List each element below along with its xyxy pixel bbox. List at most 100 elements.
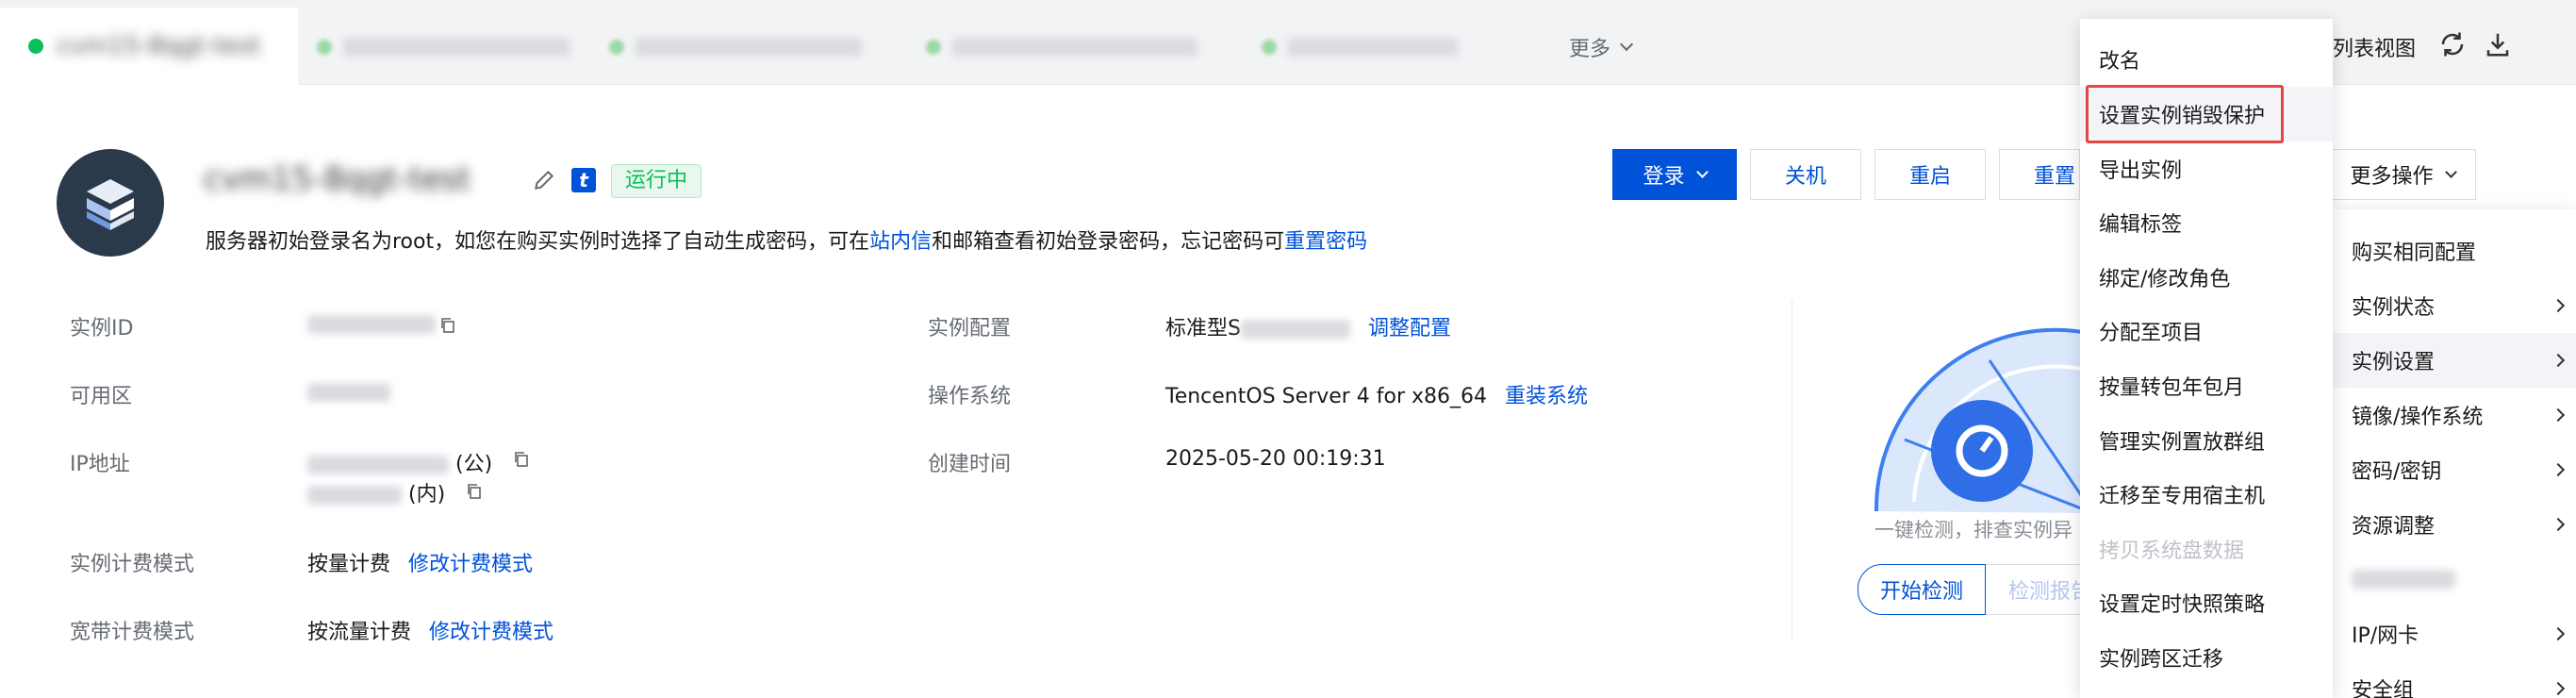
instance-id-value	[307, 315, 436, 340]
config-text: 标准型S	[1165, 317, 1241, 341]
login-tip: 服务器初始登录名为root，如您在购买实例时选择了自动生成密码，可在站内信和邮箱…	[206, 224, 1367, 255]
menu-item-instance-state[interactable]: 实例状态	[2333, 278, 2576, 333]
submenu-item-label: 管理实例置放群组	[2099, 431, 2266, 455]
more-operations-menu: 购买相同配置 实例状态 实例设置 镜像/操作系统 密码/密钥 资源调整 IP/网…	[2333, 209, 2576, 698]
login-label: 登录	[1643, 165, 1685, 189]
copy-icon[interactable]	[513, 451, 530, 468]
status-badge: 运行中	[611, 164, 702, 198]
menu-item-label: 镜像/操作系统	[2352, 406, 2484, 429]
chevron-down-icon	[1619, 37, 1634, 52]
submenu-item-snapshot-policy[interactable]: 设置定时快照策略	[2080, 575, 2333, 630]
tab-instance-name	[343, 38, 570, 57]
chevron-right-icon	[2551, 626, 2566, 641]
refresh-icon[interactable]	[2438, 30, 2467, 58]
tabs-more-label: 更多	[1569, 38, 1611, 61]
login-button[interactable]: 登录	[1612, 149, 1737, 200]
ip-public-suffix: (公)	[455, 453, 493, 476]
instance-avatar	[57, 149, 164, 257]
ip-private-value: (内)	[307, 477, 445, 507]
submenu-item-migrate-host[interactable]: 迁移至专用宿主机	[2080, 467, 2333, 522]
submenu-item-label: 分配至项目	[2099, 322, 2204, 345]
tab-instance-name: cvm15-8qgt-test	[57, 32, 261, 60]
list-view-button[interactable]: 列表视图	[2333, 32, 2416, 62]
ip-private-text	[307, 486, 402, 505]
instance-tab-3[interactable]	[609, 11, 892, 83]
chevron-right-icon	[2551, 681, 2566, 696]
menu-item-instance-settings[interactable]: 实例设置	[2333, 333, 2576, 388]
chevron-right-icon	[2551, 353, 2566, 368]
more-operations-button[interactable]: 更多操作	[2329, 149, 2476, 200]
menu-item-password-key[interactable]: 密码/密钥	[2333, 442, 2576, 497]
submenu-item-label: 编辑标签	[2099, 213, 2183, 237]
tab-instance-name	[952, 38, 1197, 57]
os-value: TencentOS Server 4 for x86_64 重装系统	[1165, 379, 1588, 409]
chevron-right-icon	[2551, 298, 2566, 313]
menu-item-image-os[interactable]: 镜像/操作系统	[2333, 388, 2576, 442]
adjust-config-link[interactable]: 调整配置	[1368, 317, 1451, 341]
submenu-item-bind-role[interactable]: 绑定/修改角色	[2080, 250, 2333, 305]
reinstall-os-link[interactable]: 重装系统	[1505, 385, 1588, 408]
tab-instance-name	[636, 38, 862, 57]
modify-bandwidth-billing-link[interactable]: 修改计费模式	[429, 621, 553, 644]
instance-tab-4[interactable]	[926, 11, 1218, 83]
zone-value	[307, 383, 390, 407]
running-dot-icon	[609, 40, 624, 55]
instance-tab-5[interactable]	[1262, 11, 1488, 83]
menu-item-label: 实例状态	[2352, 296, 2436, 320]
menu-item-buy-same[interactable]: 购买相同配置	[2333, 224, 2576, 278]
submenu-item-export[interactable]: 导出实例	[2080, 141, 2333, 196]
running-dot-icon	[28, 39, 43, 54]
menu-item-label: 购买相同配置	[2352, 241, 2477, 265]
submenu-item-convert-billing[interactable]: 按量转包年包月	[2080, 358, 2333, 413]
menu-item-label	[2352, 570, 2455, 589]
download-icon[interactable]	[2484, 30, 2512, 58]
created-time-label: 创建时间	[928, 453, 1012, 476]
instance-tab-active[interactable]: cvm15-8qgt-test	[0, 8, 298, 85]
instance-id-text	[307, 315, 436, 334]
reset-button[interactable]: 重置	[1999, 149, 2080, 200]
instance-name: cvm15-8qgt-test	[204, 160, 471, 198]
submenu-item-rename[interactable]: 改名	[2080, 32, 2333, 87]
tabs-more-button[interactable]: 更多	[1569, 11, 1634, 83]
menu-item-ip-nic[interactable]: IP/网卡	[2333, 607, 2576, 661]
menu-item-resource-adjust[interactable]: 资源调整	[2333, 497, 2576, 552]
menu-item-label: 安全组	[2352, 679, 2415, 698]
edit-pencil-icon[interactable]	[532, 168, 556, 192]
tip-reset-password-link[interactable]: 重置密码	[1284, 230, 1367, 254]
submenu-item-assign-project[interactable]: 分配至项目	[2080, 304, 2333, 358]
billing-mode-text: 按量计费	[307, 553, 391, 576]
copy-icon[interactable]	[466, 483, 483, 500]
billing-mode-value: 按量计费 修改计费模式	[307, 547, 533, 577]
submenu-item-label: 拷贝系统盘数据	[2099, 540, 2245, 563]
restart-button[interactable]: 重启	[1874, 149, 1986, 200]
running-dot-icon	[926, 40, 941, 55]
config-label: 实例配置	[928, 317, 1012, 341]
check-report-button[interactable]: 检测报告	[1986, 564, 2084, 615]
start-check-button[interactable]: 开始检测	[1858, 564, 1986, 615]
ip-public-value: (公)	[307, 447, 492, 477]
os-text: TencentOS Server 4 for x86_64	[1165, 385, 1488, 408]
submenu-item-edit-tags[interactable]: 编辑标签	[2080, 195, 2333, 250]
instance-tab-2[interactable]	[317, 11, 600, 83]
submenu-item-placement-group[interactable]: 管理实例置放群组	[2080, 413, 2333, 468]
billing-mode-label: 实例计费模式	[70, 553, 195, 576]
menu-item-label: 资源调整	[2352, 515, 2436, 539]
modify-billing-link[interactable]: 修改计费模式	[408, 553, 533, 576]
submenu-item-label: 按量转包年包月	[2099, 376, 2245, 400]
submenu-item-label: 导出实例	[2099, 159, 2183, 183]
created-time-value: 2025-05-20 00:19:31	[1165, 447, 1386, 471]
zone-label: 可用区	[70, 385, 133, 408]
submenu-item-cross-zone-migrate[interactable]: 实例跨区迁移	[2080, 630, 2333, 685]
health-gauge-icon	[1874, 327, 2093, 513]
tip-inbox-link[interactable]: 站内信	[869, 230, 932, 254]
menu-item-blurred[interactable]	[2333, 552, 2576, 607]
shutdown-button[interactable]: 关机	[1750, 149, 1861, 200]
menu-item-label: IP/网卡	[2352, 624, 2419, 648]
ip-private-suffix: (内)	[408, 483, 446, 507]
chevron-right-icon	[2551, 462, 2566, 477]
copy-icon[interactable]	[439, 317, 456, 334]
tab-instance-name	[1288, 38, 1458, 57]
config-spec-text	[1240, 320, 1350, 339]
menu-item-security-group[interactable]: 安全组	[2333, 661, 2576, 698]
submenu-item-copy-disk: 拷贝系统盘数据	[2080, 522, 2333, 576]
